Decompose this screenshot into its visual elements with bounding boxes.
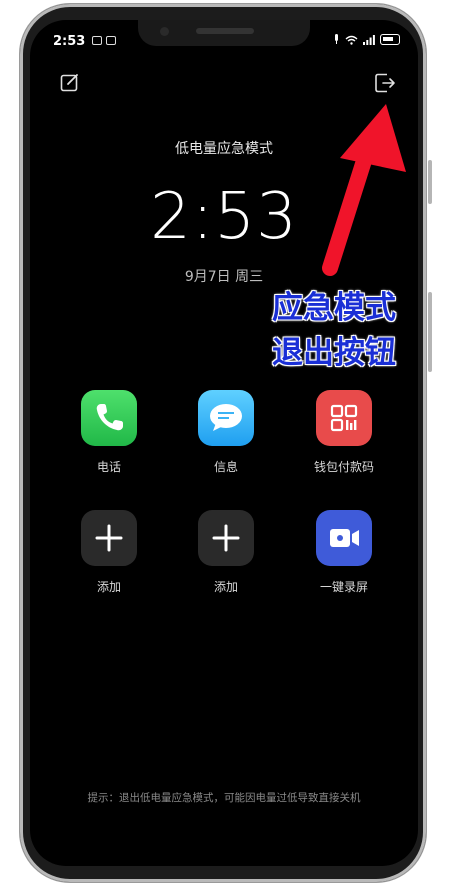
battery-icon <box>380 34 400 45</box>
notification-icon <box>92 36 102 45</box>
app-label: 电话 <box>96 460 121 474</box>
plus-icon <box>95 524 123 552</box>
status-notification-icons <box>92 36 116 45</box>
annotation-label: 应急模式 退出按钮 <box>264 286 404 376</box>
app-label: 添加 <box>96 580 121 594</box>
front-camera <box>160 27 169 36</box>
app-label: 钱包付款码 <box>313 460 374 474</box>
wifi-icon <box>345 35 358 45</box>
add-tile[interactable] <box>198 510 254 566</box>
app-label: 信息 <box>213 460 238 474</box>
qr-code-icon <box>330 404 358 432</box>
phone-icon <box>96 404 123 431</box>
status-right-icons <box>333 34 400 45</box>
plus-icon <box>212 524 240 552</box>
status-time: 2:53 <box>53 34 86 49</box>
messages-tile[interactable] <box>198 390 254 446</box>
annotation-arrow <box>322 104 406 276</box>
app-label: 添加 <box>213 580 238 594</box>
volume-button <box>428 160 432 204</box>
signal-icon <box>363 34 375 45</box>
message-icon <box>210 404 242 431</box>
app-screen-record[interactable]: 一键录屏 <box>299 510 389 595</box>
app-wallet-pay[interactable]: 钱包付款码 <box>299 390 389 475</box>
app-label: 一键录屏 <box>319 580 368 594</box>
app-messages[interactable]: 信息 <box>181 390 271 475</box>
screen-record-icon <box>330 529 359 547</box>
app-phone[interactable]: 电话 <box>64 390 154 475</box>
power-button <box>428 292 432 372</box>
exit-icon[interactable] <box>374 72 396 94</box>
mic-icon <box>335 34 338 44</box>
annotation-line-2: 退出按钮 <box>272 335 396 371</box>
earpiece <box>196 28 254 34</box>
hint-text: 提示：退出低电量应急模式，可能因电量过低导致直接关机 <box>87 792 361 804</box>
screen-record-tile[interactable] <box>316 510 372 566</box>
app-add-2[interactable]: 添加 <box>181 510 271 595</box>
notification-icon <box>106 36 116 45</box>
phone-tile[interactable] <box>81 390 137 446</box>
annotation-line-1: 应急模式 <box>272 290 396 326</box>
add-tile[interactable] <box>81 510 137 566</box>
edit-icon[interactable] <box>60 72 80 92</box>
app-add-1[interactable]: 添加 <box>64 510 154 595</box>
notch <box>138 20 310 46</box>
wallet-tile[interactable] <box>316 390 372 446</box>
